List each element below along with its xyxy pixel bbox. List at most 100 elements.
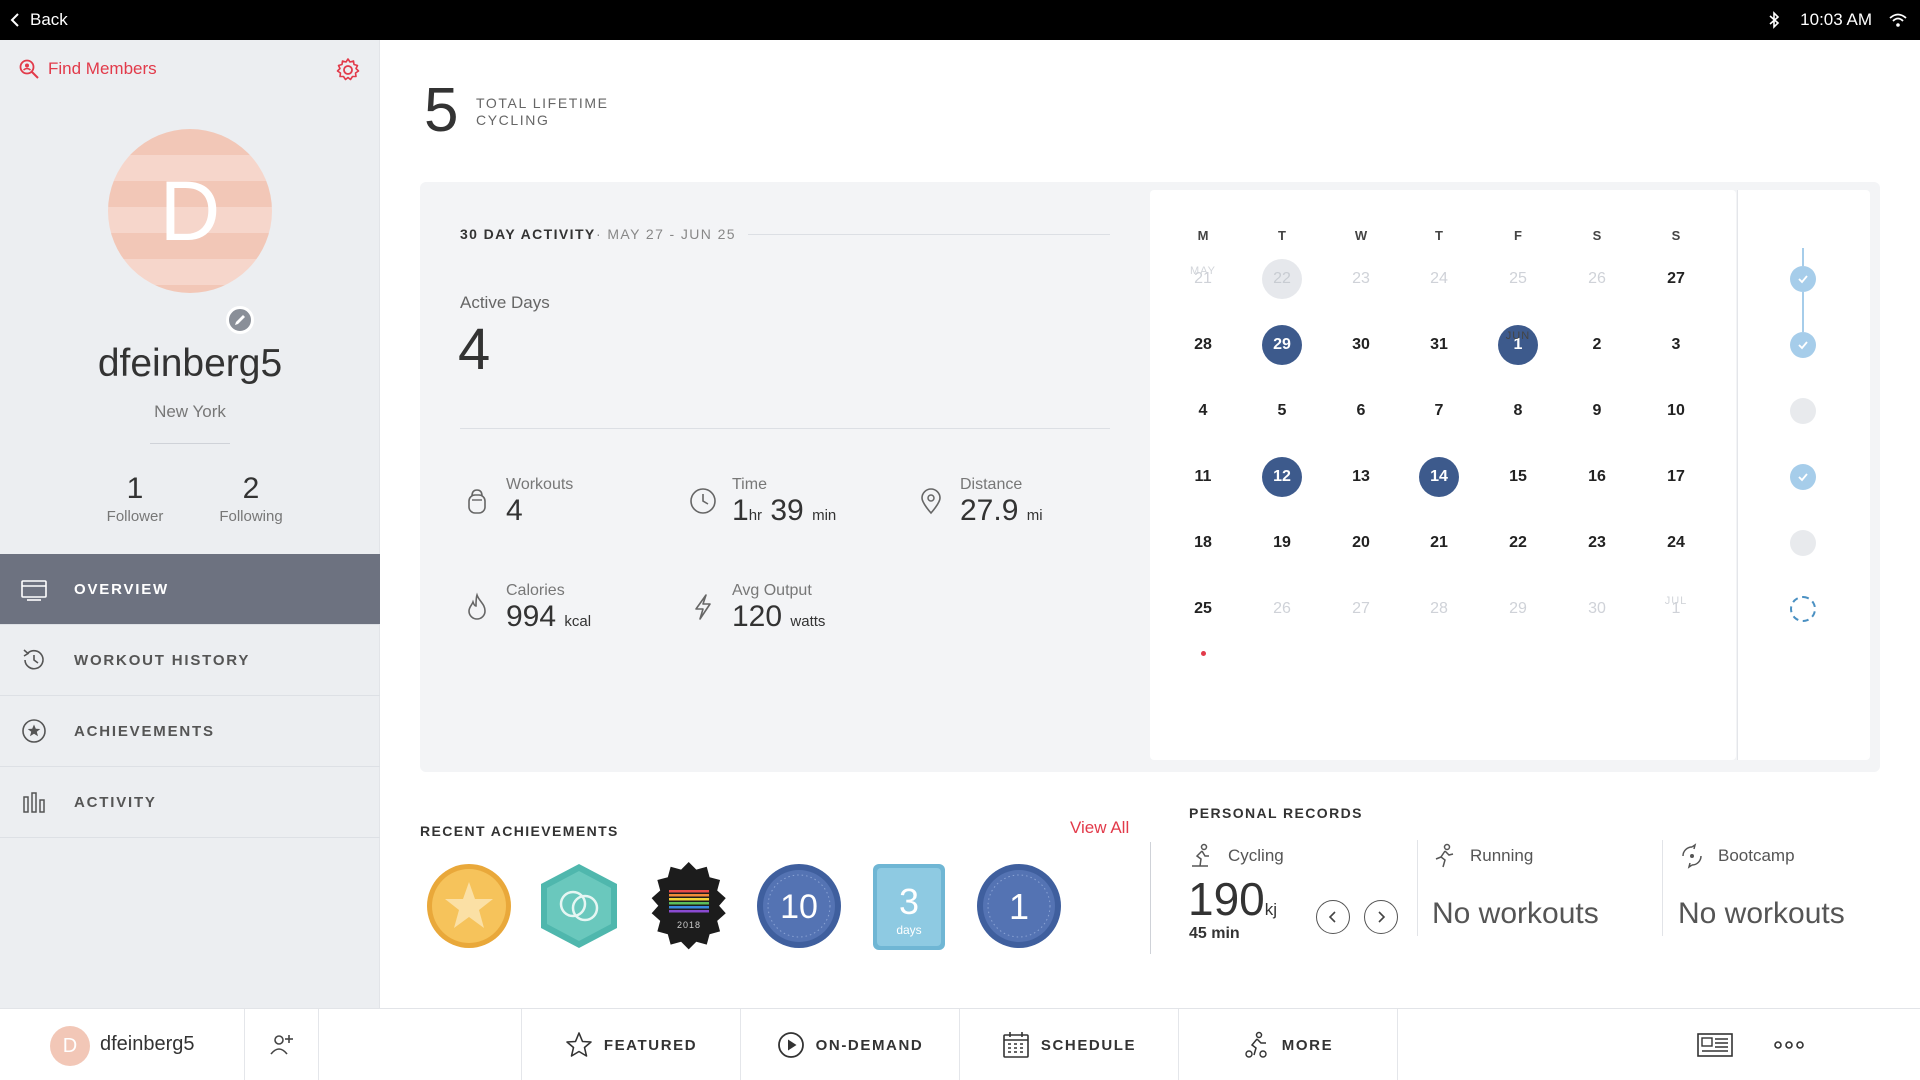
- star-circle-icon: [22, 719, 46, 743]
- calendar-day[interactable]: 5: [1262, 391, 1302, 431]
- badge-streak-unit: days: [896, 923, 921, 937]
- calendar-day[interactable]: 23: [1341, 259, 1381, 299]
- distance-number: 27.9: [960, 494, 1019, 527]
- week-status-done: [1790, 266, 1816, 292]
- calendar-day[interactable]: 27: [1341, 589, 1381, 629]
- weekday-header: S: [1592, 228, 1602, 243]
- calendar-day[interactable]: 9: [1577, 391, 1617, 431]
- calendar-day[interactable]: 29: [1498, 589, 1538, 629]
- calories-label: Calories: [506, 582, 565, 599]
- record-cycling-unit: kj: [1264, 900, 1278, 919]
- calendar-day[interactable]: 30: [1341, 325, 1381, 365]
- calendar-day[interactable]: 7: [1419, 391, 1459, 431]
- bar-chart-icon: [23, 792, 45, 813]
- calendar-day[interactable]: 10: [1656, 391, 1696, 431]
- following-stat[interactable]: 2 Following: [196, 472, 306, 525]
- calendar-day[interactable]: 22: [1262, 259, 1302, 299]
- calendar-day[interactable]: 22: [1498, 523, 1538, 563]
- calendar-day[interactable]: 11: [1183, 457, 1223, 497]
- blue-10-badge[interactable]: 10: [755, 862, 843, 950]
- gold-star-badge[interactable]: [425, 862, 513, 950]
- find-members-button[interactable]: Find Members: [18, 58, 157, 80]
- calendar-day[interactable]: 6: [1341, 391, 1381, 431]
- add-person-icon: [270, 1035, 293, 1055]
- calendar-day[interactable]: 21: [1419, 523, 1459, 563]
- calendar-day[interactable]: 12: [1262, 457, 1302, 497]
- calendar-day[interactable]: 23: [1577, 523, 1617, 563]
- followers-count: 1: [126, 472, 144, 505]
- record-running-value: No workouts: [1432, 897, 1599, 930]
- calendar-day[interactable]: 25: [1183, 589, 1223, 629]
- tab-more-label: MORE: [1281, 1036, 1334, 1054]
- time-hours-unit: hr: [748, 507, 763, 524]
- nav-workout-history[interactable]: WORKOUT HISTORY: [0, 625, 380, 696]
- location-pin-icon: [921, 488, 941, 515]
- followers-label: Follower: [106, 508, 164, 525]
- record-bootcamp-label: Bootcamp: [1718, 846, 1795, 865]
- nav-overview[interactable]: OVERVIEW: [0, 554, 380, 625]
- avatar-letter: D: [159, 163, 221, 258]
- output-number: 120: [732, 600, 783, 633]
- calendar-day[interactable]: 20: [1341, 523, 1381, 563]
- calendar-day[interactable]: 26: [1262, 589, 1302, 629]
- profile-location: New York: [154, 402, 226, 421]
- pride-2018-badge[interactable]: 2018: [645, 862, 733, 950]
- calendar-day[interactable]: 28: [1183, 325, 1223, 365]
- user-avatar-small[interactable]: D: [50, 1026, 90, 1066]
- view-all-link[interactable]: View All: [1070, 818, 1129, 838]
- personal-records-title: PERSONAL RECORDS: [1189, 805, 1363, 821]
- calendar-day[interactable]: 25: [1498, 259, 1538, 299]
- tab-on-demand[interactable]: ON-DEMAND: [740, 1009, 959, 1080]
- time-label: Time: [732, 476, 767, 493]
- calendar-day[interactable]: 15: [1498, 457, 1538, 497]
- calendar-day[interactable]: 30: [1577, 589, 1617, 629]
- back-button[interactable]: Back: [8, 10, 68, 30]
- tab-more[interactable]: MORE: [1178, 1009, 1397, 1080]
- divider: [1150, 842, 1151, 954]
- tab-schedule[interactable]: SCHEDULE: [959, 1009, 1178, 1080]
- calendar-day[interactable]: 3: [1656, 325, 1696, 365]
- record-next-button[interactable]: [1364, 900, 1398, 934]
- record-prev-button[interactable]: [1316, 900, 1350, 934]
- gear-icon[interactable]: [334, 56, 362, 84]
- nav-achievements[interactable]: ACHIEVEMENTS: [0, 696, 380, 767]
- nav-activity[interactable]: ACTIVITY: [0, 767, 380, 838]
- profile-username: dfeinberg5: [97, 342, 283, 385]
- teal-hexagon-badge[interactable]: [535, 862, 623, 950]
- star-icon: [566, 1032, 592, 1057]
- nav-overview-label: OVERVIEW: [74, 580, 169, 598]
- chevron-left-icon: [1328, 911, 1336, 923]
- blue-1-badge[interactable]: 1: [975, 862, 1063, 950]
- weekday-header: T: [1435, 228, 1443, 243]
- calendar-day[interactable]: 24: [1419, 259, 1459, 299]
- calendar-day[interactable]: 2: [1577, 325, 1617, 365]
- edit-avatar-button[interactable]: [226, 306, 254, 334]
- streak-3-days-badge[interactable]: 3 days: [865, 862, 953, 950]
- calendar-day[interactable]: 8: [1498, 391, 1538, 431]
- more-options-button[interactable]: [1770, 1027, 1808, 1063]
- followers-stat[interactable]: 1 Follower: [80, 472, 190, 525]
- record-cycling-number: 190: [1188, 873, 1265, 925]
- calendar-day[interactable]: 29: [1262, 325, 1302, 365]
- calendar-day[interactable]: 4: [1183, 391, 1223, 431]
- calendar-day[interactable]: 13: [1341, 457, 1381, 497]
- calendar-day[interactable]: 31: [1419, 325, 1459, 365]
- record-cycling-time: 45 min: [1189, 925, 1240, 942]
- calendar-day[interactable]: 19: [1262, 523, 1302, 563]
- bottom-username[interactable]: dfeinberg5: [100, 1033, 195, 1056]
- calendar-day[interactable]: 18: [1183, 523, 1223, 563]
- tab-featured[interactable]: FEATURED: [521, 1009, 740, 1080]
- more-activities-icon: [1245, 1031, 1267, 1058]
- calendar-day[interactable]: 14: [1419, 457, 1459, 497]
- calendar-day[interactable]: 24: [1656, 523, 1696, 563]
- calendar-day[interactable]: 17: [1656, 457, 1696, 497]
- calendar-day[interactable]: 26: [1577, 259, 1617, 299]
- time-hours: 1: [732, 494, 749, 527]
- bottom-nav-bar: D dfeinberg5 FEATURED ON-DEMAND SCHEDULE…: [0, 1008, 1920, 1080]
- calendar-day[interactable]: 28: [1419, 589, 1459, 629]
- calendar-day[interactable]: 27: [1656, 259, 1696, 299]
- add-friend-button[interactable]: [262, 1027, 300, 1063]
- record-cycling-header: Cycling: [1188, 842, 1284, 870]
- calendar-day[interactable]: 16: [1577, 457, 1617, 497]
- news-button[interactable]: [1696, 1027, 1734, 1063]
